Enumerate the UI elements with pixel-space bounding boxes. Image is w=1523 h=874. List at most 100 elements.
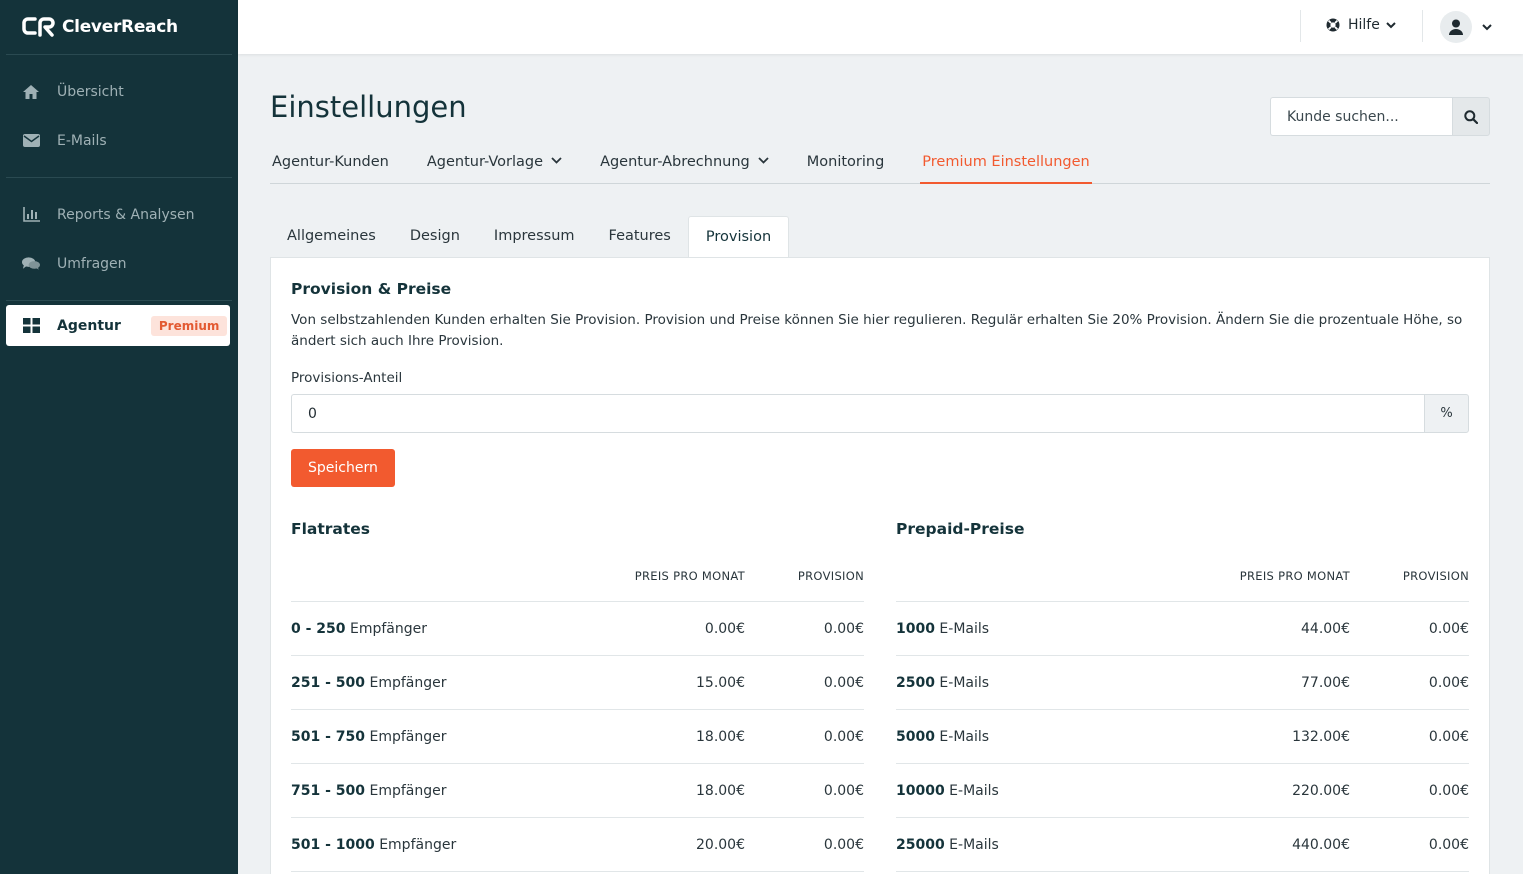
sidebar-item-emails[interactable]: E-Mails: [0, 116, 238, 165]
flatrates-table: Flatrates PREIS PRO MONAT PROVISION 0 - …: [291, 520, 864, 872]
envelope-icon: [22, 132, 40, 150]
table-row: 251 - 500 Empfänger 15.00€ 0.00€: [291, 656, 864, 710]
customer-search: [1270, 97, 1490, 136]
tab-agentur-abrechnung[interactable]: Agentur-Abrechnung: [598, 148, 771, 184]
row-range: 10000: [896, 782, 945, 799]
subtab-design[interactable]: Design: [393, 216, 477, 258]
user-icon: [1449, 19, 1463, 35]
cleverreach-logo-icon: [22, 17, 55, 37]
row-range: 751 - 500: [291, 782, 366, 799]
sidebar-item-label: E-Mails: [57, 132, 107, 149]
main-tabs: Agentur-Kunden Agentur-Vorlage Agentur-A…: [270, 148, 1490, 184]
sidebar-item-label: Übersicht: [57, 83, 124, 100]
home-icon: [22, 83, 40, 101]
save-button[interactable]: Speichern: [291, 449, 395, 487]
search-input[interactable]: [1270, 97, 1452, 136]
comments-icon: [22, 255, 40, 273]
row-unit: E-Mails: [949, 836, 999, 853]
row-price: 132.00€: [1292, 728, 1350, 745]
chevron-down-icon: [1482, 23, 1492, 31]
row-provision: 0.00€: [1428, 836, 1469, 853]
search-button[interactable]: [1452, 97, 1490, 136]
row-price: 77.00€: [1301, 674, 1350, 691]
row-unit: Empfänger: [379, 836, 457, 853]
page-title: Einstellungen: [270, 90, 467, 124]
subtab-allgemeines[interactable]: Allgemeines: [270, 216, 393, 258]
sidebar-item-label: Agentur: [57, 317, 121, 334]
topbar-divider: [1422, 10, 1423, 42]
search-icon: [1464, 109, 1478, 124]
table-row: 751 - 500 Empfänger 18.00€ 0.00€: [291, 764, 864, 818]
table-row: 5000 E-Mails 132.00€ 0.00€: [896, 710, 1469, 764]
table-header: PREIS PRO MONAT PROVISION: [291, 540, 864, 602]
row-range: 251 - 500: [291, 674, 366, 691]
user-menu[interactable]: [1440, 11, 1492, 43]
table-title: Flatrates: [291, 520, 371, 538]
tab-agentur-vorlage[interactable]: Agentur-Vorlage: [425, 148, 564, 184]
tab-label: Agentur-Abrechnung: [600, 154, 750, 170]
brand-logo[interactable]: CleverReach: [0, 0, 238, 54]
row-price: 20.00€: [696, 836, 745, 853]
column-header-provision: PROVISION: [1402, 569, 1469, 583]
row-range: 501 - 750: [291, 728, 366, 745]
sidebar-item-reports[interactable]: Reports & Analysen: [0, 190, 238, 239]
provision-input[interactable]: [291, 394, 1424, 433]
sidebar-item-agentur[interactable]: Agentur Premium: [6, 305, 230, 346]
row-provision: 0.00€: [823, 674, 864, 691]
tab-label: Agentur-Vorlage: [426, 154, 544, 170]
row-price: 220.00€: [1292, 782, 1350, 799]
tab-premium-einstellungen[interactable]: Premium Einstellungen: [920, 148, 1092, 184]
row-provision: 0.00€: [1428, 620, 1469, 637]
prepaid-table: Prepaid-Preise PREIS PRO MONAT PROVISION…: [896, 520, 1469, 872]
row-range: 1000: [896, 620, 935, 637]
row-provision: 0.00€: [823, 836, 864, 853]
brand-name: CleverReach: [62, 17, 178, 37]
table-row: 1000 E-Mails 44.00€ 0.00€: [896, 602, 1469, 656]
row-price: 44.00€: [1301, 620, 1350, 637]
section-description: Von selbstzahlenden Kunden erhalten Sie …: [291, 312, 1463, 349]
row-unit: Empfänger: [369, 728, 447, 745]
table-row: 501 - 1000 Empfänger 20.00€ 0.00€: [291, 818, 864, 872]
sidebar-item-label: Reports & Analysen: [57, 206, 195, 223]
tab-label: Monitoring: [806, 154, 885, 170]
tab-agentur-kunden[interactable]: Agentur-Kunden: [270, 148, 391, 184]
section-title: Provision & Preise: [291, 280, 452, 298]
subtab-features[interactable]: Features: [592, 216, 688, 258]
row-price: 440.00€: [1292, 836, 1350, 853]
row-price: 18.00€: [696, 728, 745, 745]
table-header: PREIS PRO MONAT PROVISION: [896, 540, 1469, 602]
grid-icon: [22, 317, 40, 335]
row-unit: E-Mails: [939, 674, 990, 691]
table-row: 501 - 750 Empfänger 18.00€ 0.00€: [291, 710, 864, 764]
column-header-provision: PROVISION: [797, 569, 864, 583]
row-price: 0.00€: [704, 620, 745, 637]
chevron-down-icon: [758, 157, 769, 164]
topbar-divider: [1300, 10, 1301, 42]
table-row: 0 - 250 Empfänger 0.00€ 0.00€: [291, 602, 864, 656]
row-range: 5000: [896, 728, 935, 745]
table-title: Prepaid-Preise: [896, 520, 1025, 538]
tab-monitoring[interactable]: Monitoring: [805, 148, 887, 184]
column-header-price: PREIS PRO MONAT: [1239, 569, 1350, 583]
sidebar-item-umfragen[interactable]: Umfragen: [0, 239, 238, 288]
help-menu[interactable]: Hilfe: [1326, 17, 1396, 33]
sidebar-item-label: Umfragen: [57, 255, 127, 272]
row-unit: E-Mails: [939, 620, 990, 637]
premium-badge: Premium: [150, 315, 228, 336]
provision-field-label: Provisions-Anteil: [291, 370, 403, 386]
subtab-provision[interactable]: Provision: [687, 216, 790, 258]
subtab-impressum[interactable]: Impressum: [477, 216, 592, 258]
row-price: 15.00€: [696, 674, 745, 691]
row-range: 0 - 250: [291, 620, 346, 637]
provision-card: Provision & Preise Von selbstzahlenden K…: [270, 257, 1490, 874]
row-provision: 0.00€: [823, 620, 864, 637]
sidebar-item-uebersicht[interactable]: Übersicht: [0, 67, 238, 116]
table-row: 25000 E-Mails 440.00€ 0.00€: [896, 818, 1469, 872]
row-unit: Empfänger: [369, 674, 447, 691]
tab-label: Premium Einstellungen: [922, 154, 1090, 170]
help-label: Hilfe: [1348, 17, 1380, 33]
row-unit: E-Mails: [939, 728, 990, 745]
row-range: 25000: [896, 836, 945, 853]
row-provision: 0.00€: [1428, 728, 1469, 745]
row-provision: 0.00€: [1428, 782, 1469, 799]
